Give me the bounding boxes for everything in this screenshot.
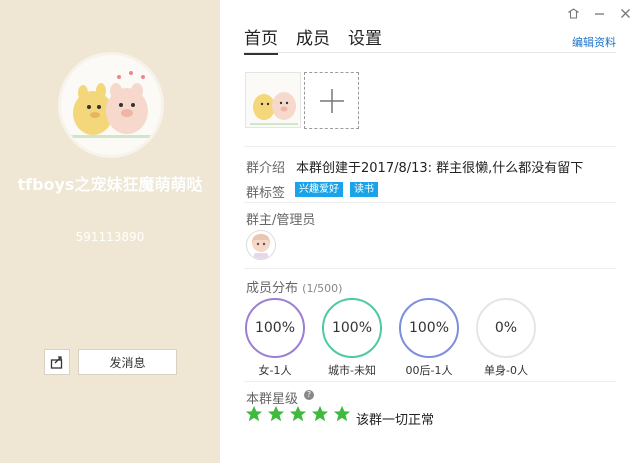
- admins-label: 群主/管理员: [246, 213, 316, 228]
- group-name: tfboys之宠妹狂魔萌萌哒: [17, 175, 203, 194]
- distribution-title: 成员分布: [246, 281, 299, 296]
- share-button[interactable]: [44, 349, 70, 375]
- star-icon: [333, 405, 351, 422]
- tag-interest[interactable]: 兴趣爱好: [295, 182, 343, 197]
- add-photo-button[interactable]: [304, 72, 359, 129]
- distribution-label: 成员分布 (1/500): [246, 277, 342, 296]
- age-stat-caption: 00后-1人: [405, 364, 453, 377]
- section-divider: [244, 381, 616, 382]
- section-divider: [244, 268, 616, 269]
- member-count: (1/500): [302, 282, 343, 295]
- group-detail-panel: 首页 成员 设置 编辑资料 群介绍 本群创建于2017/8/13: 群主很懒,什…: [220, 0, 640, 463]
- city-stat-caption: 城市-未知: [328, 364, 376, 377]
- group-status-text: 该群一切正常: [356, 413, 435, 428]
- intro-label: 群介绍: [246, 161, 286, 176]
- tab-divider: [244, 52, 616, 53]
- plus-icon: [319, 88, 344, 113]
- single-stat-circle: 0%: [476, 298, 536, 358]
- tab-settings[interactable]: 设置: [348, 24, 382, 55]
- owner-avatar[interactable]: [246, 230, 276, 260]
- gender-stat-circle: 100%: [245, 298, 305, 358]
- star-icon: [245, 405, 263, 422]
- star-icon: [267, 405, 285, 422]
- share-icon: [50, 356, 63, 369]
- tab-members[interactable]: 成员: [296, 24, 330, 55]
- tags-label: 群标签: [246, 186, 286, 201]
- group-number: 591113890: [75, 230, 145, 244]
- close-icon[interactable]: [618, 6, 632, 20]
- tab-home[interactable]: 首页: [244, 24, 278, 55]
- minimize-icon[interactable]: [592, 6, 606, 20]
- cartoon-pigs-thumbnail: [250, 92, 298, 125]
- anime-girl-avatar: [252, 234, 270, 259]
- section-divider: [244, 202, 616, 203]
- star-icon: [289, 405, 307, 422]
- tag-reading[interactable]: 读书: [350, 182, 378, 197]
- intro-text: 本群创建于2017/8/13: 群主很懒,什么都没有留下: [296, 161, 584, 176]
- skin-icon[interactable]: [566, 6, 580, 20]
- age-stat-circle: 100%: [399, 298, 459, 358]
- help-icon[interactable]: ?: [304, 390, 314, 400]
- section-divider: [244, 146, 616, 147]
- group-photo-thumbnail[interactable]: [245, 72, 301, 128]
- gender-stat-caption: 女-1人: [258, 364, 292, 377]
- group-avatar[interactable]: [58, 52, 164, 158]
- edit-profile-link[interactable]: 编辑资料: [572, 34, 616, 50]
- city-stat-circle: 100%: [322, 298, 382, 358]
- group-profile-panel: tfboys之宠妹狂魔萌萌哒 591113890 发消息: [0, 0, 220, 463]
- tab-bar: 首页 成员 设置: [244, 24, 382, 55]
- cartoon-pigs-illustration: [71, 71, 151, 138]
- send-message-button[interactable]: 发消息: [78, 349, 177, 375]
- star-icon: [311, 405, 329, 422]
- single-stat-caption: 单身-0人: [484, 364, 528, 377]
